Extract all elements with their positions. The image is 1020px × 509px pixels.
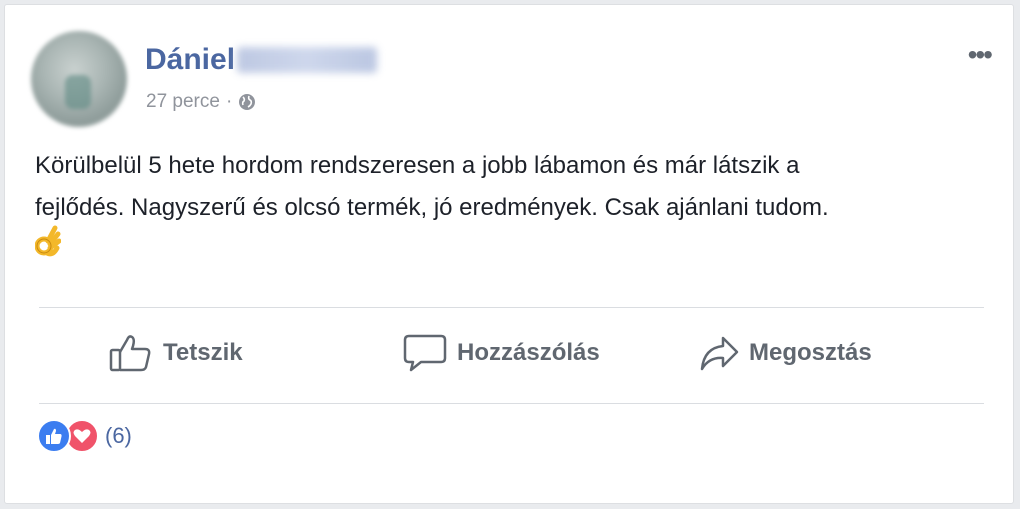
comment-label: Hozzászólás (457, 339, 600, 366)
post-card: Dániel 27 perce · ••• Körülbelül 5 hete … (4, 4, 1014, 504)
post-meta: 27 perce · (146, 91, 256, 113)
divider-top (39, 307, 984, 308)
author-first-name[interactable]: Dániel (145, 43, 235, 77)
share-arrow-icon (699, 334, 739, 372)
post-text-line-2: fejlődés. Nagyszerű és olcsó termék, jó … (35, 194, 829, 221)
thumbs-up-icon (109, 334, 153, 372)
reactions-summary[interactable]: (6) (37, 419, 132, 453)
author-surname-blurred (237, 47, 378, 73)
post-text: Körülbelül 5 hete hordom rendszeresen a … (34, 145, 985, 272)
like-button[interactable]: Tetszik (109, 327, 243, 379)
reaction-count[interactable]: (6) (105, 423, 132, 449)
author-avatar[interactable] (31, 31, 127, 127)
post-text-line-1: Körülbelül 5 hete hordom rendszeresen a … (35, 152, 800, 179)
more-options-icon[interactable]: ••• (968, 41, 993, 69)
comment-bubble-icon (403, 333, 447, 373)
post-timestamp[interactable]: 27 perce (146, 91, 220, 113)
ok-hand-emoji-icon (34, 224, 62, 272)
meta-separator: · (225, 91, 233, 112)
divider-bottom (39, 403, 984, 404)
share-label: Megosztás (749, 339, 872, 366)
comment-button[interactable]: Hozzászólás (403, 327, 600, 379)
action-bar: Tetszik Hozzászólás Megosztás (5, 327, 1015, 379)
share-button[interactable]: Megosztás (699, 327, 872, 379)
like-label: Tetszik (163, 339, 243, 366)
like-reaction-icon[interactable] (37, 419, 71, 453)
globe-icon[interactable] (238, 93, 256, 111)
author-name[interactable]: Dániel (145, 43, 378, 77)
